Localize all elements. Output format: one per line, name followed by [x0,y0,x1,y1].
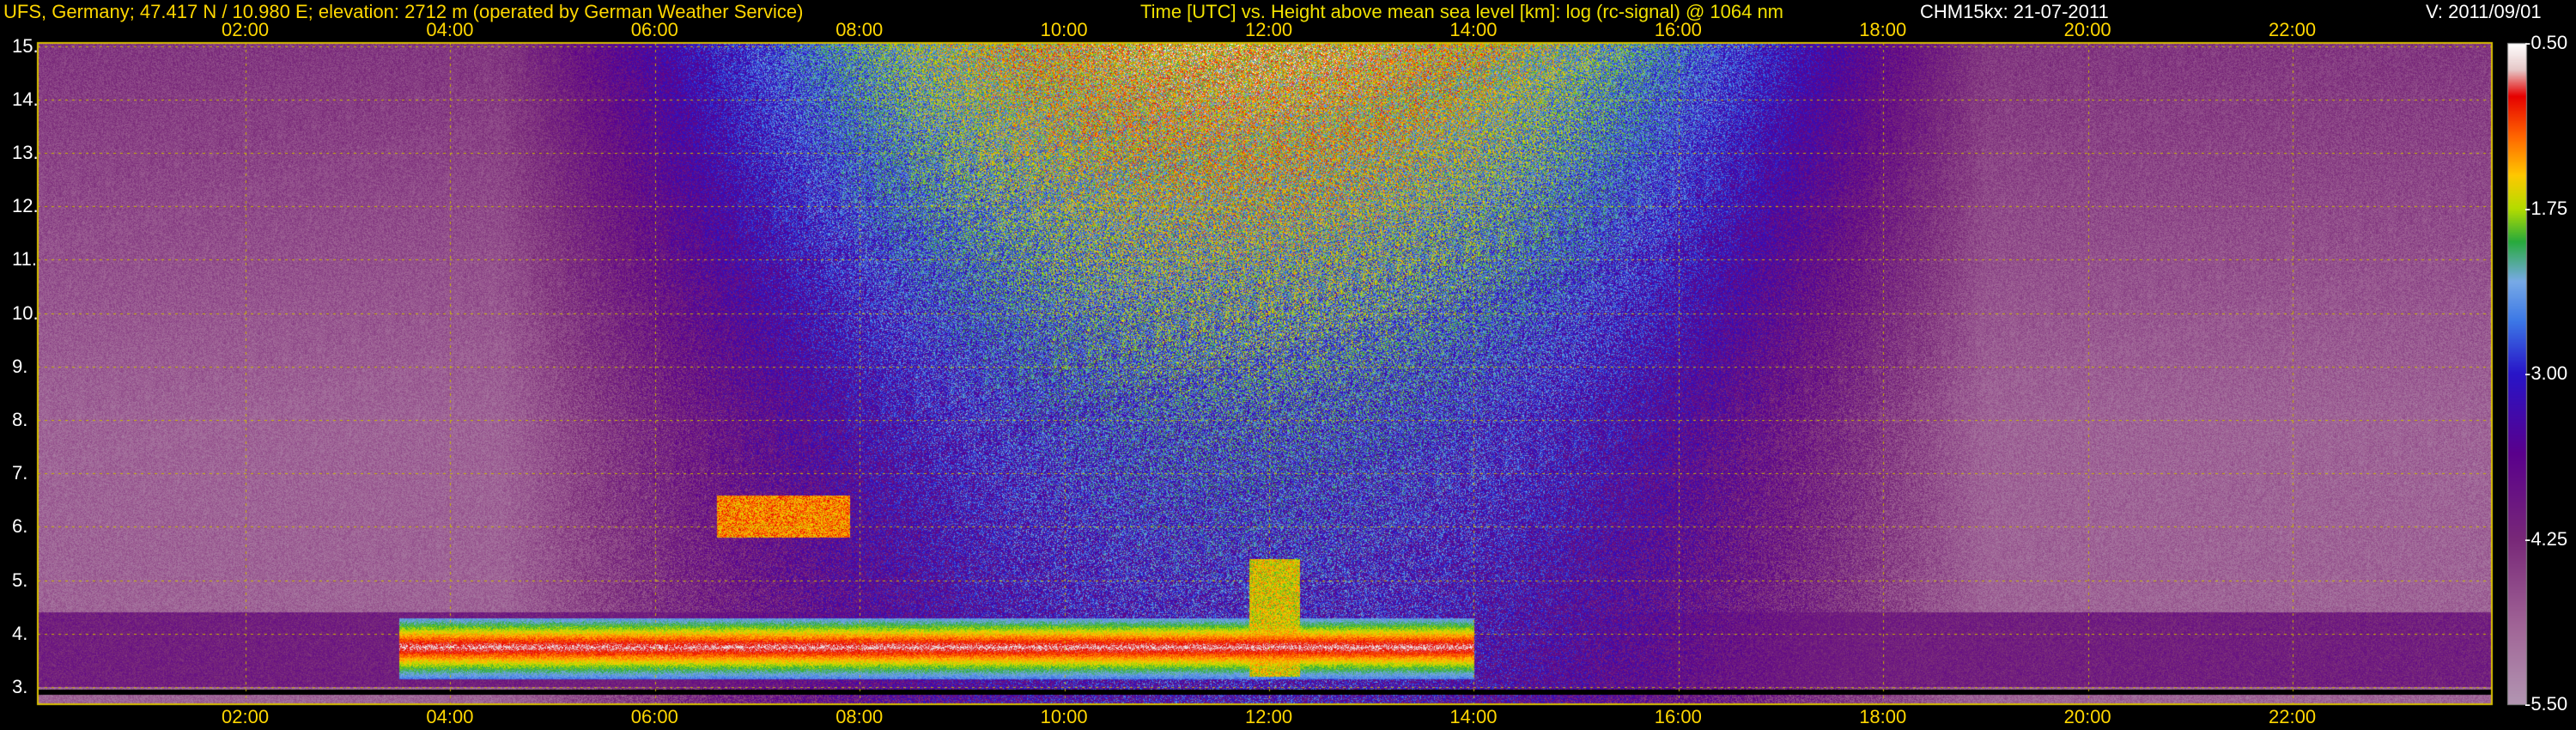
x-tick-label: 06:00 [630,19,678,40]
x-tick-label: 18:00 [1859,706,1907,727]
x-tick-label: 16:00 [1654,19,1702,40]
y-tick-label: 15. [12,34,39,57]
y-tick-label: 10. [12,301,39,324]
y-tick-label: 7. [12,462,28,484]
y-tick-label: 8. [12,409,28,430]
y-tick-label: 13. [12,142,39,163]
x-tick-label: 04:00 [426,19,474,40]
x-tick-label: 16:00 [1654,706,1702,727]
x-tick-label: 04:00 [426,706,474,727]
x-tick-label: 20:00 [2063,706,2111,727]
x-tick-label: 10:00 [1040,19,1088,40]
colorbar-tick-label: -5.50 [2524,693,2568,715]
x-tick-label: 10:00 [1040,706,1088,727]
y-tick-label: 12. [12,195,39,217]
x-tick-label: 22:00 [2269,19,2317,40]
x-tick-label: 18:00 [1859,19,1907,40]
colorbar-tick-label: -4.25 [2524,527,2568,550]
y-tick-label: 11. [12,248,37,271]
x-tick-label: 14:00 [1449,706,1498,727]
colorbar-tick-label: -0.50 [2524,32,2568,53]
y-tick-label: 6. [12,515,28,538]
x-tick-label: 14:00 [1449,19,1498,40]
x-tick-label: 22:00 [2269,706,2317,727]
y-tick-label: 9. [12,355,28,377]
x-tick-label: 20:00 [2063,19,2111,40]
x-tick-label: 12:00 [1245,706,1293,727]
lidar-backscatter-heatmap [0,0,2576,730]
x-tick-label: 02:00 [222,19,270,40]
y-tick-label: 4. [12,622,28,644]
colorbar-tick-label: -3.00 [2524,362,2568,384]
x-tick-label: 06:00 [630,706,678,727]
x-tick-label: 02:00 [222,706,270,727]
y-tick-label: 14. [12,88,39,110]
y-tick-label: 5. [12,569,28,591]
x-tick-label: 08:00 [835,706,884,727]
y-tick-label: 3. [12,676,28,697]
x-tick-label: 12:00 [1245,19,1293,40]
station-info: UFS, Germany; 47.417 N / 10.980 E; eleva… [3,1,804,22]
x-tick-label: 08:00 [835,19,884,40]
colorbar-tick-label: -1.75 [2524,197,2568,219]
version-label: V: 2011/09/01 [2426,1,2542,22]
